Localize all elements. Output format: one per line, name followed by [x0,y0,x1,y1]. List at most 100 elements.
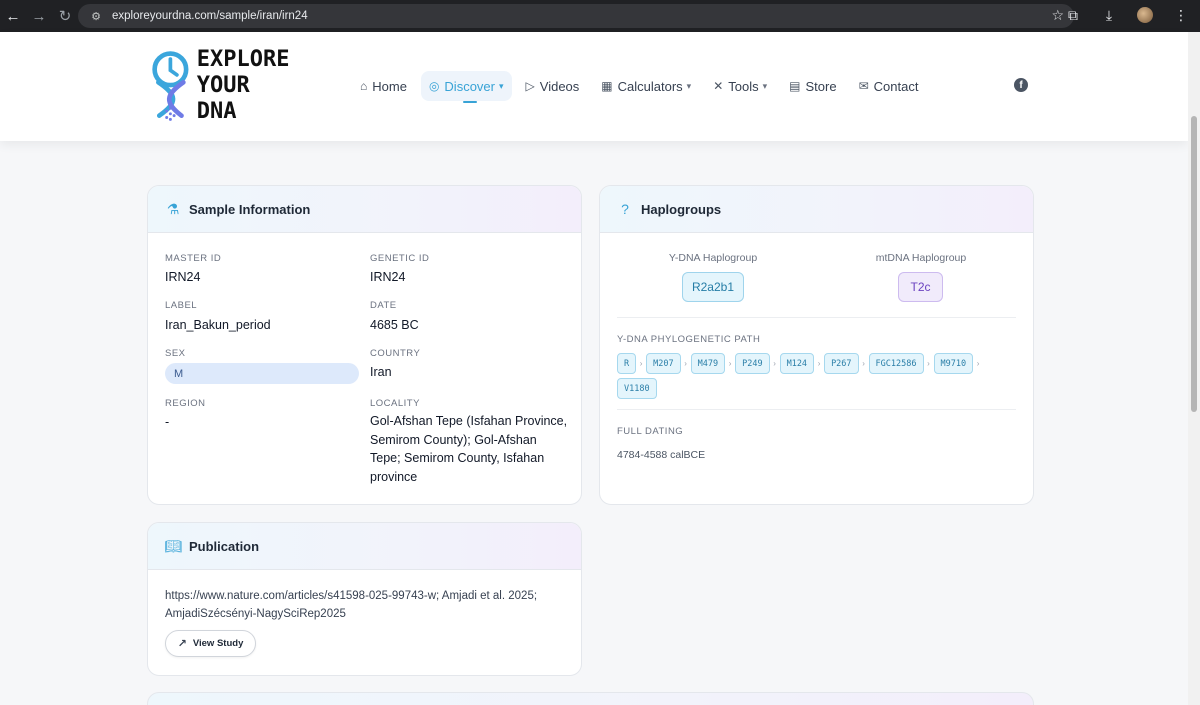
full-dating-value: 4784-4588 calBCE [617,449,706,461]
sample-info-header: ⚗ Sample Information [148,186,581,233]
nav-store[interactable]: ▤ Store [781,71,844,101]
globe-icon: ◎ [428,79,440,93]
calculator-icon: ▦ [601,79,613,93]
country-label: COUNTRY [370,348,421,359]
download-icon[interactable]: ⤓ [1098,4,1120,26]
haplogroups-header: ? Haplogroups [600,186,1033,233]
master-id-value: IRN24 [165,270,201,284]
nav-tools[interactable]: ✕ Tools ▾ [705,71,775,101]
publication-title: Publication [189,538,260,554]
divider [617,317,1016,318]
path-separator: › [862,359,865,368]
home-icon: ⌂ [360,79,368,93]
path-separator: › [728,359,732,368]
label-value: Iran_Bakun_period [165,318,271,332]
ydna-haplogroup-value: R2a2b1 [691,280,735,294]
help-circle-icon: ? [621,201,629,217]
nav-calculators-label: Calculators [617,78,683,94]
nav-discover[interactable]: ◎ Discover ▾ [420,71,512,103]
scrollbar-thumb[interactable] [1191,116,1197,412]
dna-logo-icon [152,51,189,121]
nav-home[interactable]: ⌂ Home [352,71,415,101]
mtdna-haplogroup-badge[interactable]: T2c [898,272,943,302]
path-chip[interactable]: M479 [690,353,726,374]
store-icon: ▤ [789,79,801,93]
address-bar[interactable]: ⚙ exploreyourdna.com/sample/iran/irn24 ☆ [78,4,1074,28]
ydna-haplogroup-label: Y-DNA Haplogroup [668,252,758,264]
reload-icon[interactable]: ↻ [52,3,78,29]
site-settings-icon[interactable]: ⚙ [88,8,104,24]
phylogenetic-path: R › M207 › M479 › P249 › M124 › P267 › FGC12586 › M971… [617,353,1017,399]
path-separator: › [639,359,643,368]
nav-tools-label: Tools [728,78,759,94]
play-circle-icon: ▷ [525,79,535,93]
publication-citation: https://www.nature.com/articles/s41598-0… [165,590,538,620]
divider [617,409,1016,410]
logo-wordmark: EXPLORE YOUR DNA [197,47,295,125]
facebook-icon[interactable]: f [1014,78,1028,92]
sex-label: SEX [165,348,186,359]
site-logo[interactable]: EXPLORE YOUR DNA [150,46,295,126]
mail-icon: ✉ [858,79,869,93]
phylogenetic-path-label: Y-DNA PHYLOGENETIC PATH [617,334,761,345]
browser-toolbar: ← → ↻ ⚙ exploreyourdna.com/sample/iran/i… [0,0,1200,32]
sex-value: M [174,367,184,380]
view-study-button[interactable]: ↗ View Study [165,630,256,657]
region-label: REGION [165,398,206,409]
chevron-down-icon: ▾ [499,80,504,91]
nav-discover-label: Discover [444,78,495,94]
path-chip[interactable]: M9710 [933,353,974,374]
ydna-haplogroup-badge[interactable]: R2a2b1 [682,272,744,302]
chevron-down-icon: ▾ [686,80,692,91]
path-chip[interactable]: R [617,353,637,374]
external-link-icon: ↗ [177,638,187,650]
region-value: - [165,415,170,429]
country-value: Iran [370,365,392,379]
path-chip[interactable]: M207 [646,353,681,374]
sample-info-title: Sample Information [189,201,311,217]
locality-value: Gol-Afshan Tepe (Isfahan Province, Semir… [370,414,568,484]
path-chip[interactable]: P249 [735,353,770,374]
date-label: DATE [370,300,397,311]
nav-home-label: Home [372,78,407,94]
back-icon[interactable]: ← [0,3,26,29]
haplogroups-card: ? Haplogroups Y-DNA Haplogroup R2a2b1 mt… [599,185,1034,505]
forward-icon[interactable]: → [26,3,52,29]
extensions-icon[interactable]: ⧉ [1062,4,1084,26]
next-section-card [147,692,1034,705]
genetic-id-label: GENETIC ID [370,253,430,264]
path-separator: › [976,359,980,368]
browser-menu-icon[interactable]: ⋮ [1170,4,1192,26]
nav-contact-label: Contact [873,78,919,94]
path-chip[interactable]: M124 [779,353,815,374]
url-text[interactable]: exploreyourdna.com/sample/iran/irn24 [112,10,308,22]
flask-icon: ⚗ [166,200,180,217]
mtdna-haplogroup-value: T2c [910,280,931,294]
path-chip[interactable]: P267 [824,353,859,374]
nav-contact[interactable]: ✉ Contact [851,71,927,101]
path-chip[interactable]: FGC12586 [868,353,924,374]
label-label: LABEL [165,300,198,311]
chevron-down-icon: ▾ [762,80,768,91]
view-study-label: View Study [192,638,244,649]
logo-line-2: YOUR DNA [196,73,250,124]
mtdna-haplogroup-label: mtDNA Haplogroup [875,252,967,264]
profile-avatar[interactable] [1134,4,1156,26]
path-separator: › [927,359,930,368]
full-dating-label: FULL DATING [617,426,684,437]
publication-card: 📖︎ Publication https://www.nature.com/ar… [147,522,582,676]
publication-header: 📖︎ Publication [148,523,581,570]
page-scrollbar[interactable] [1188,32,1200,705]
haplogroups-title: Haplogroups [641,201,722,217]
nav-videos[interactable]: ▷ Videos [518,71,588,101]
book-open-icon: 📖︎ [164,537,182,554]
path-separator: › [817,359,821,368]
site-header: EXPLORE YOUR DNA ⌂ Home ◎ Discover ▾ ▷ V… [0,32,1188,141]
nav-store-label: Store [805,78,837,94]
nav-calculators[interactable]: ▦ Calculators ▾ [593,71,699,101]
genetic-id-value: IRN24 [370,270,406,284]
path-chip[interactable]: V1180 [617,378,657,399]
tools-icon: ✕ [713,79,724,93]
sample-info-card: ⚗ Sample Information MASTER ID IRN24 GEN… [147,185,582,505]
main-nav: ⌂ Home ◎ Discover ▾ ▷ Videos ▦ Calculato… [352,70,932,103]
